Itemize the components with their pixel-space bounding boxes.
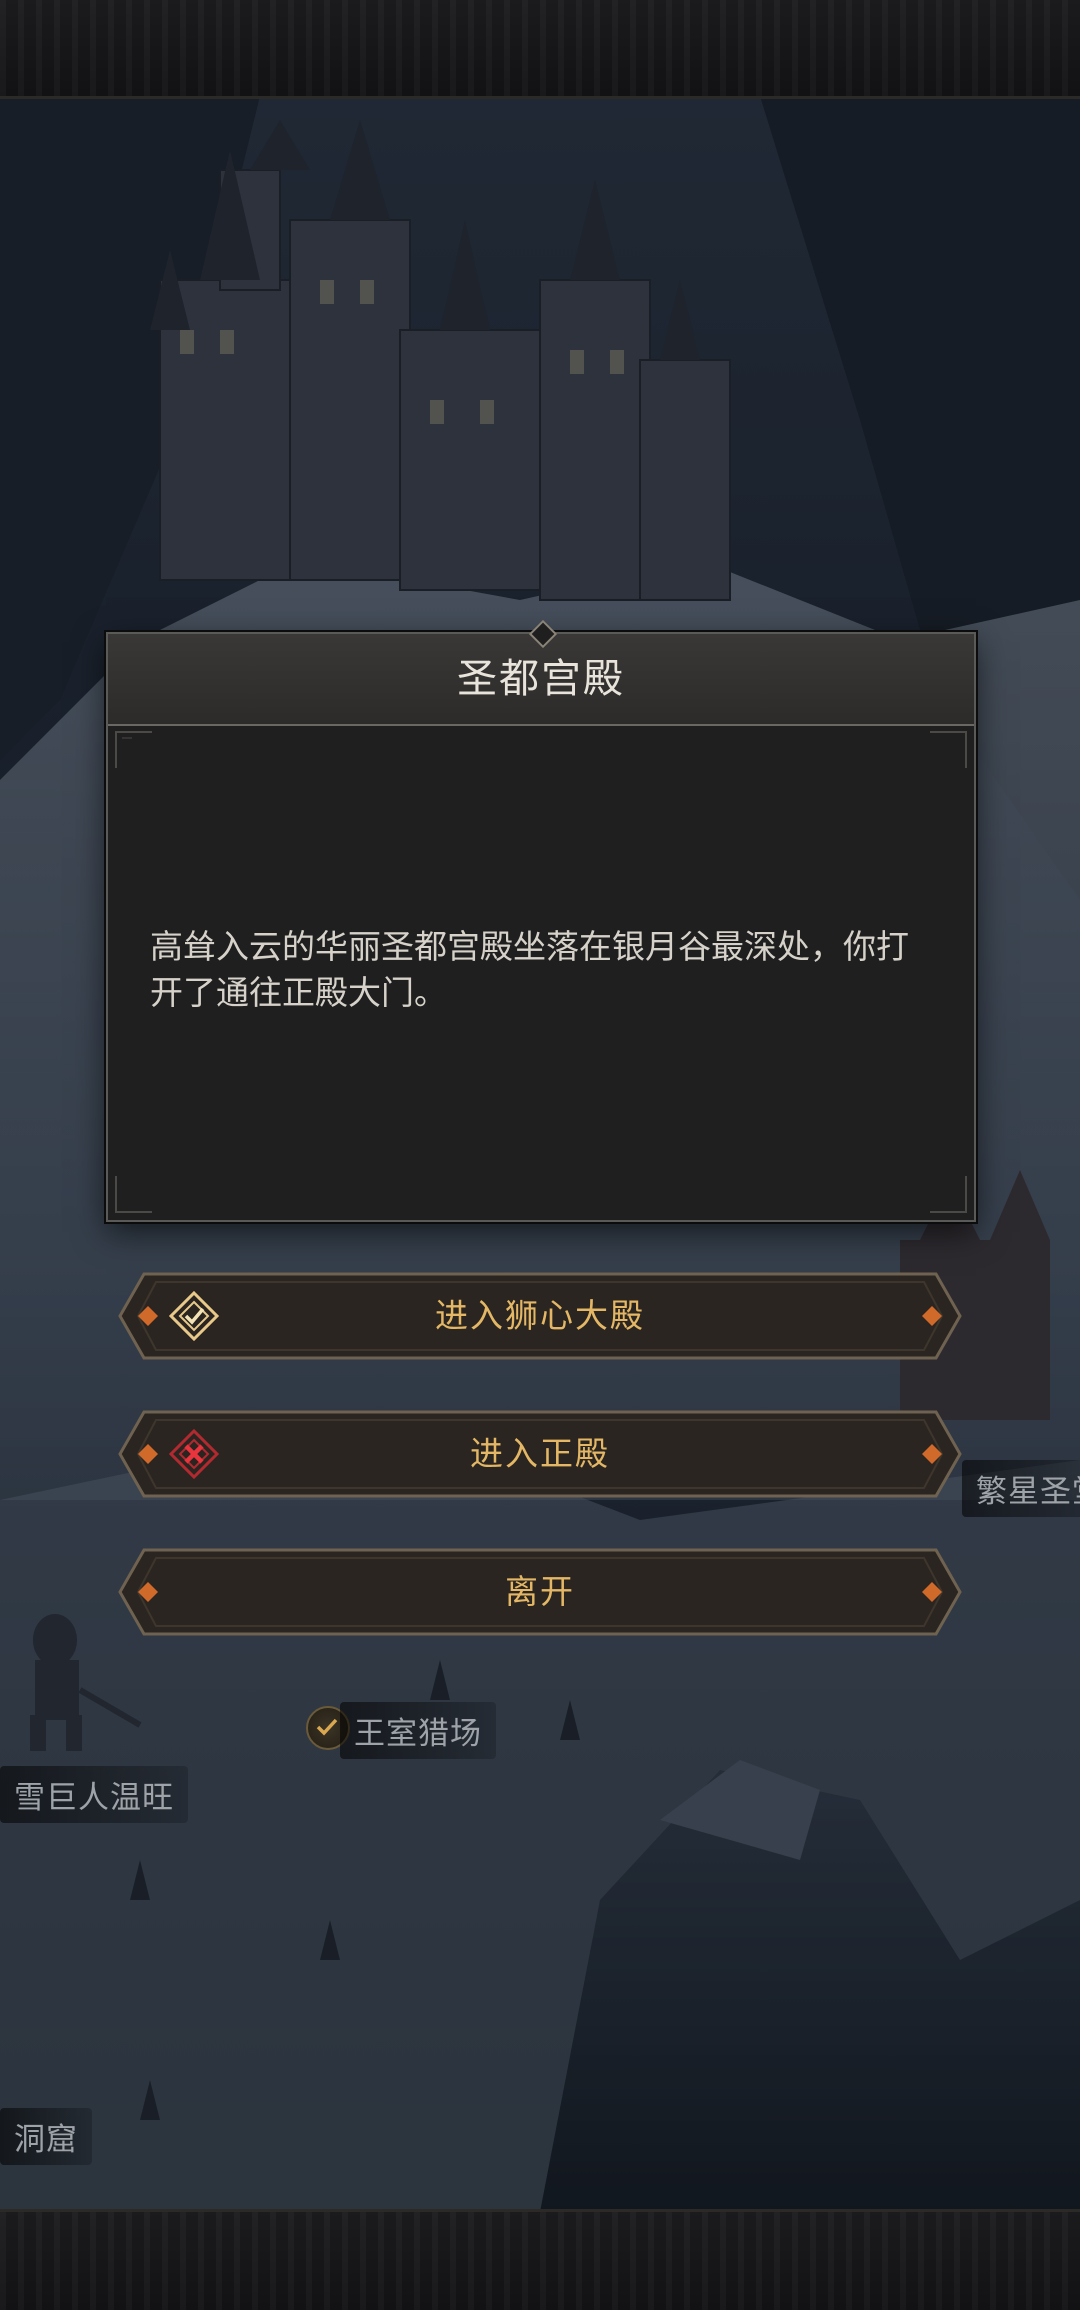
option-label: 进入正殿 bbox=[470, 1434, 610, 1473]
map-label-royal-hunting-ground[interactable]: 王室猎场 bbox=[340, 1702, 496, 1759]
map-label-cave[interactable]: 洞窟 bbox=[0, 2108, 92, 2165]
dialog-title: 圣都宫殿 bbox=[457, 656, 625, 702]
dialog-header: 圣都宫殿 bbox=[108, 619, 974, 726]
option-label: 进入狮心大殿 bbox=[435, 1296, 645, 1335]
option-enter-main-hall-button[interactable]: 进入正殿 bbox=[116, 1408, 964, 1500]
map-label-snow-giant[interactable]: 雪巨人温旺 bbox=[0, 1766, 188, 1823]
option-enter-lionheart-hall-button[interactable]: 进入狮心大殿 bbox=[116, 1270, 964, 1362]
corner-ornament bbox=[114, 1174, 154, 1214]
corner-ornament bbox=[114, 730, 154, 770]
top-ornate-bar bbox=[0, 0, 1080, 99]
option-label: 离开 bbox=[505, 1572, 575, 1611]
corner-ornament bbox=[928, 730, 968, 770]
corner-ornament bbox=[928, 1174, 968, 1214]
dialog-description: 高耸入云的华丽圣都宫殿坐落在银月谷最深处，你打开了通往正殿大门。 bbox=[150, 927, 909, 1012]
event-dialog: 圣都宫殿 高耸入云的华丽圣都宫殿坐落在银月谷最深处，你打开了通往正殿大门。 bbox=[106, 619, 976, 1222]
game-screen: 繁星圣堂 王室猎场 雪巨人温旺 洞窟 圣都宫殿 高耸入云的华丽圣都宫殿坐落在银月… bbox=[0, 0, 1080, 2310]
option-leave-button[interactable]: 离开 bbox=[116, 1546, 964, 1638]
bottom-ornate-bar bbox=[0, 2209, 1080, 2310]
map-label-star-chapel[interactable]: 繁星圣堂 bbox=[962, 1460, 1080, 1517]
